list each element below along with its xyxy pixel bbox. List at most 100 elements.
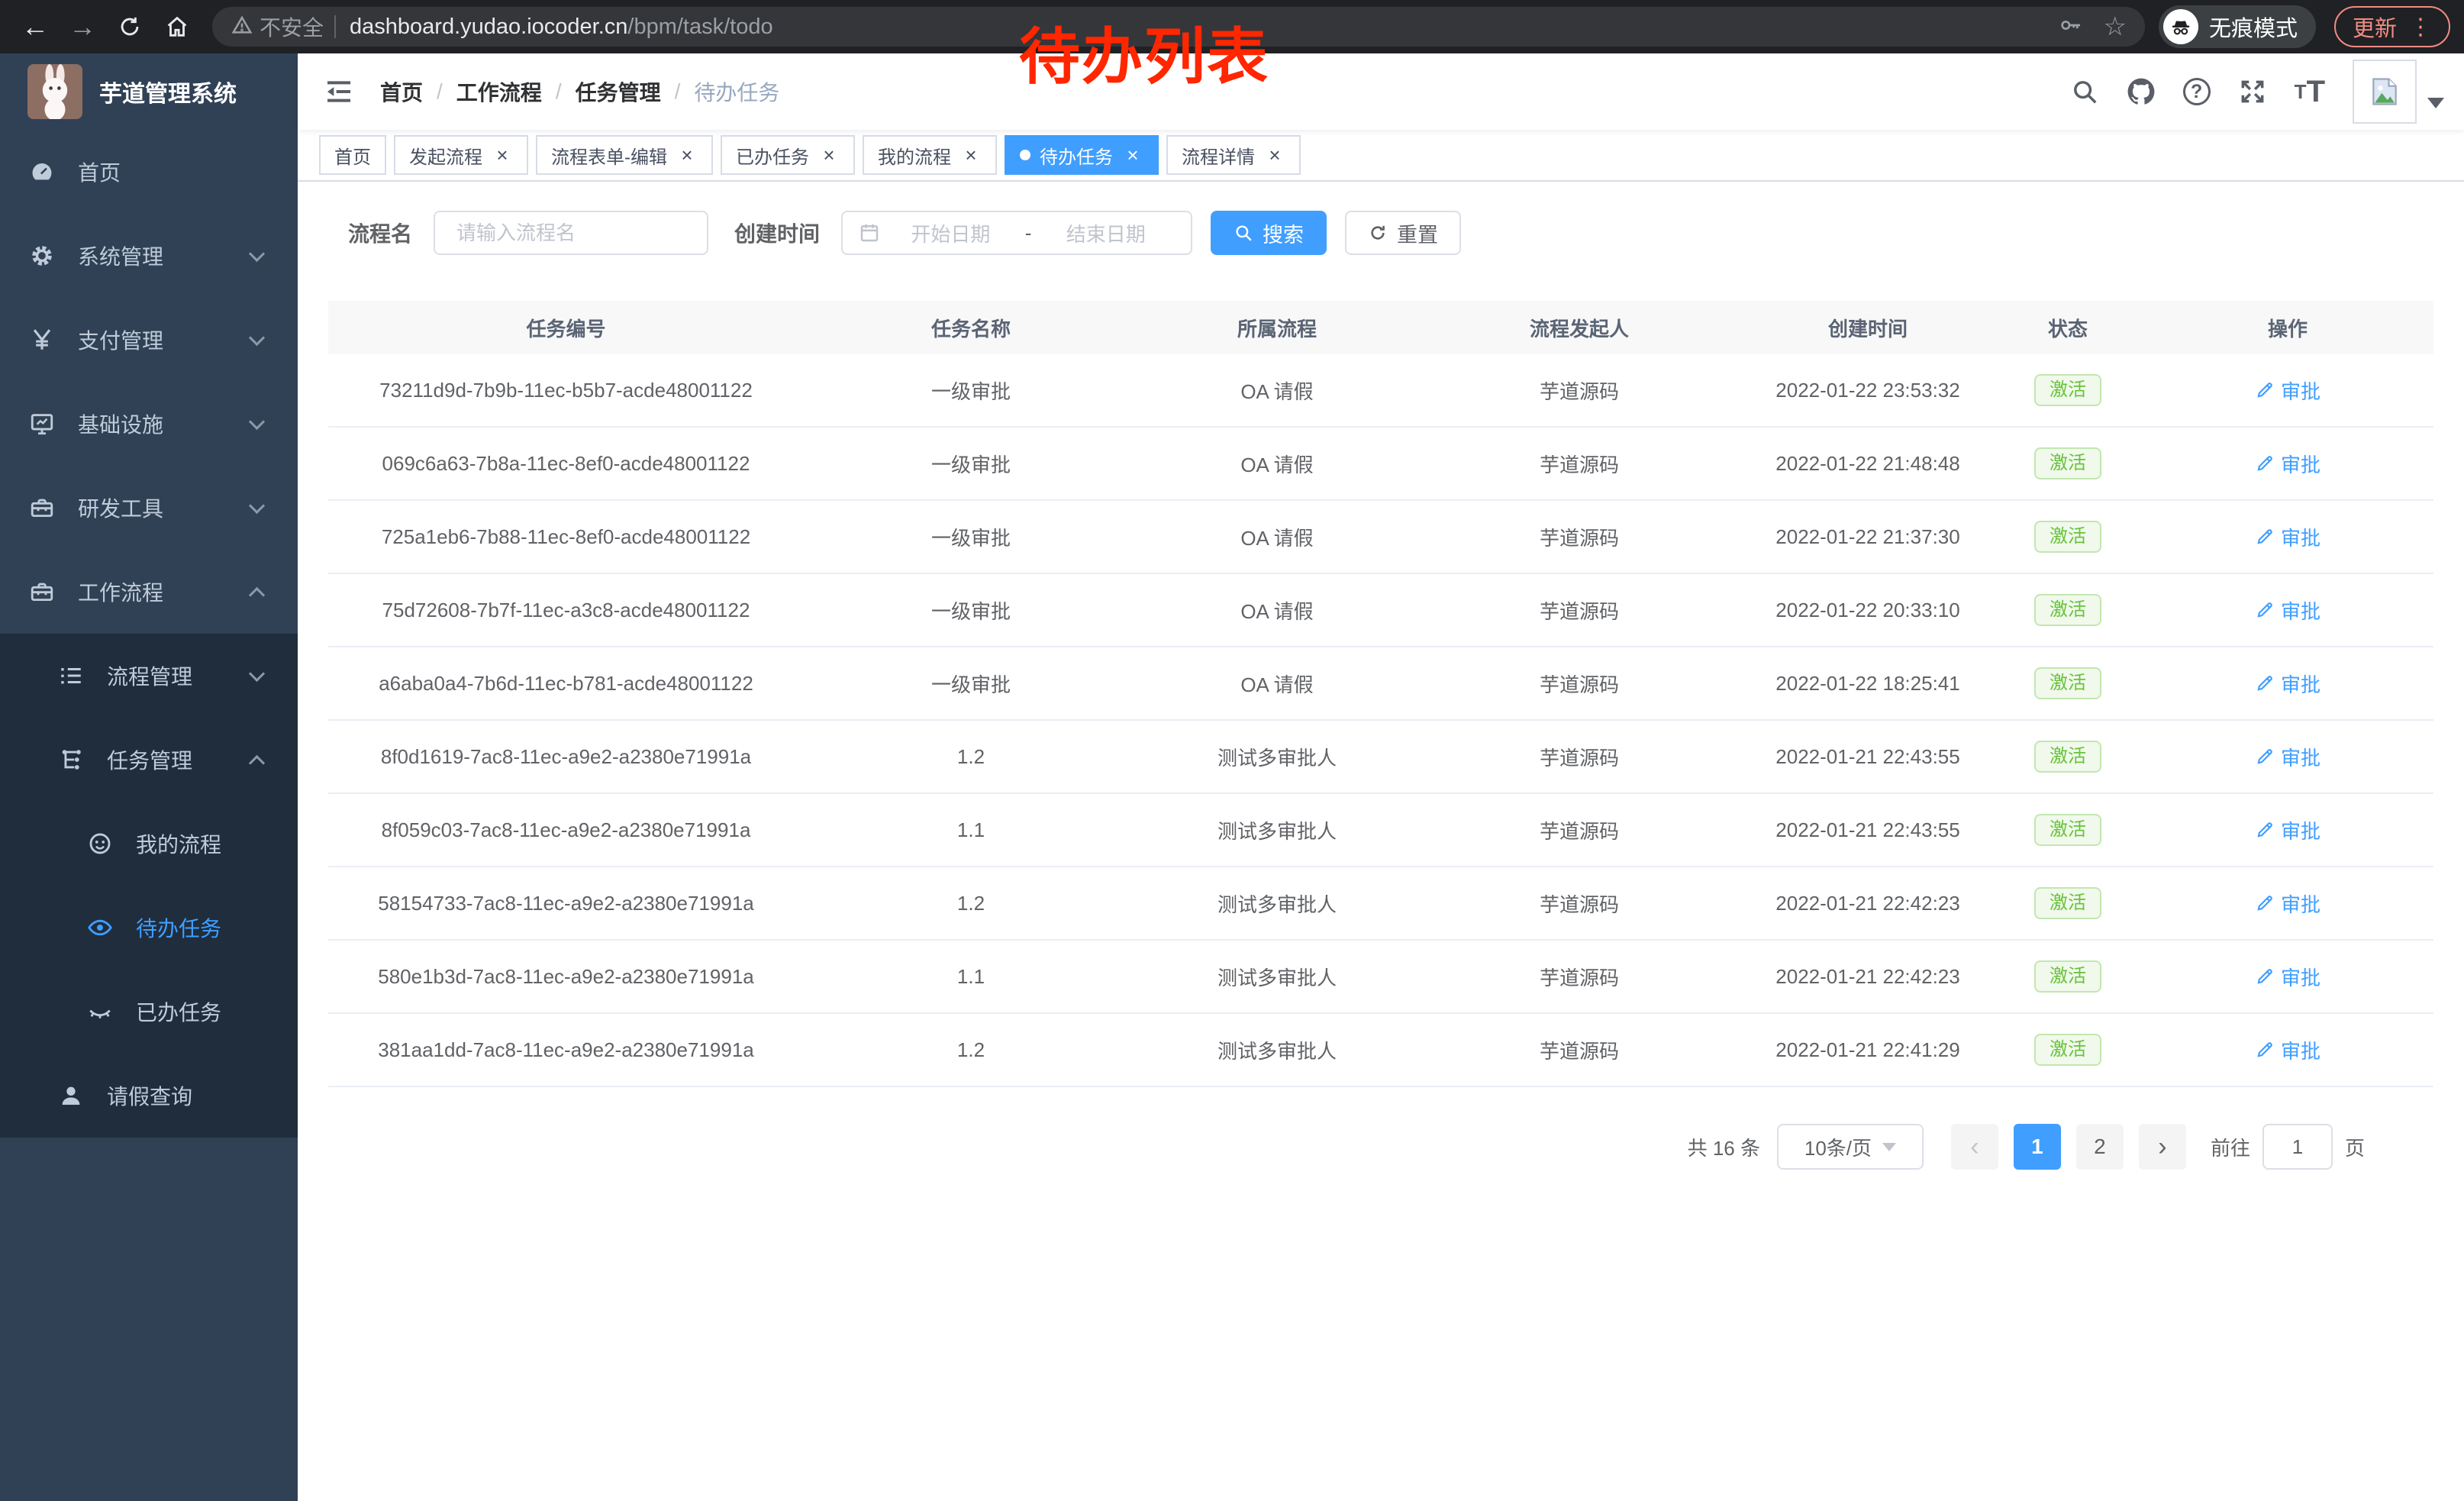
sidebar-item[interactable]: 请假查询 xyxy=(0,1054,298,1138)
tab-close-icon[interactable]: × xyxy=(818,144,840,167)
cell-task-name: 一级审批 xyxy=(804,376,1138,405)
col-process: 所属流程 xyxy=(1138,314,1416,342)
approve-link[interactable]: 审批 xyxy=(2255,743,2320,771)
bookmark-star-icon[interactable]: ☆ xyxy=(2103,11,2126,42)
chevron-down-icon xyxy=(249,497,265,513)
browser-forward-button[interactable]: → xyxy=(61,7,104,47)
app-logo[interactable]: 芋道管理系统 xyxy=(0,53,298,130)
page-size-select[interactable]: 10条/页 xyxy=(1777,1124,1924,1170)
calendar-icon xyxy=(858,221,881,244)
browser-home-button[interactable] xyxy=(156,7,198,47)
tab-item[interactable]: 已办任务 × xyxy=(721,135,855,175)
breadcrumb-workflow[interactable]: 工作流程 xyxy=(456,76,542,107)
url-divider xyxy=(334,15,336,38)
status-badge: 激活 xyxy=(2034,447,2101,480)
goto-label: 前往 xyxy=(2211,1133,2250,1161)
approve-link[interactable]: 审批 xyxy=(2255,596,2320,625)
github-icon[interactable] xyxy=(2113,53,2169,130)
prev-page-button[interactable]: ‹ xyxy=(1951,1124,1998,1170)
tab-item[interactable]: 待办任务 × xyxy=(1005,135,1159,175)
tab-close-icon[interactable]: × xyxy=(1122,144,1143,167)
sidebar-item-label: 首页 xyxy=(78,157,121,187)
tab-close-icon[interactable]: × xyxy=(492,144,513,167)
tab-item[interactable]: 流程详情 × xyxy=(1166,135,1301,175)
sidebar-item[interactable]: 基础设施 xyxy=(0,382,298,466)
approve-link[interactable]: 审批 xyxy=(2255,523,2320,551)
cell-task-id: a6aba0a4-7b6d-11ec-b781-acde48001122 xyxy=(328,672,804,696)
goto-page-input[interactable] xyxy=(2262,1124,2333,1170)
col-actions: 操作 xyxy=(2143,314,2433,342)
process-name-label: 流程名 xyxy=(348,218,412,248)
browser-back-button[interactable]: ← xyxy=(14,7,56,47)
chevron-up-icon xyxy=(249,586,265,602)
sidebar-fold-icon[interactable] xyxy=(321,73,357,110)
sidebar-item[interactable]: 系统管理 xyxy=(0,214,298,298)
page-number-button[interactable]: 1 xyxy=(2014,1124,2061,1170)
reset-button[interactable]: 重置 xyxy=(1345,211,1461,255)
cell-task-name: 一级审批 xyxy=(804,670,1138,698)
cell-starter: 芋道源码 xyxy=(1416,889,1743,918)
address-bar[interactable]: 不安全 dashboard.yudao.iocoder.cn /bpm/task… xyxy=(212,7,2145,47)
password-key-icon[interactable] xyxy=(2059,13,2083,41)
sidebar-item[interactable]: 待办任务 xyxy=(0,886,298,970)
sidebar-item[interactable]: 我的流程 xyxy=(0,802,298,886)
table-row: a6aba0a4-7b6d-11ec-b781-acde48001122 一级审… xyxy=(328,647,2433,721)
sidebar-item-label: 工作流程 xyxy=(78,576,163,607)
approve-link[interactable]: 审批 xyxy=(2255,376,2320,405)
approve-link[interactable]: 审批 xyxy=(2255,816,2320,844)
tab-item[interactable]: 发起流程 × xyxy=(394,135,528,175)
approve-link[interactable]: 审批 xyxy=(2255,670,2320,698)
security-warning-icon[interactable] xyxy=(231,14,253,40)
tab-close-icon[interactable]: × xyxy=(676,144,698,167)
approve-link[interactable]: 审批 xyxy=(2255,450,2320,478)
sidebar-item[interactable]: 任务管理 xyxy=(0,718,298,802)
cell-task-id: 8f0d1619-7ac8-11ec-a9e2-a2380e71991a xyxy=(328,745,804,769)
sidebar-item[interactable]: 已办任务 xyxy=(0,970,298,1054)
sidebar-item[interactable]: 支付管理 xyxy=(0,298,298,382)
menu-icon xyxy=(58,747,84,773)
cell-process: OA 请假 xyxy=(1138,450,1416,478)
edit-icon xyxy=(2255,893,2275,913)
total-count: 共 16 条 xyxy=(1688,1133,1760,1161)
font-size-icon[interactable]: TT xyxy=(2281,53,2339,130)
browser-update-button[interactable]: 更新 ⋮ xyxy=(2334,6,2450,47)
page-number-button[interactable]: 2 xyxy=(2076,1124,2124,1170)
chevron-down-icon xyxy=(249,413,265,429)
sidebar-item[interactable]: 首页 xyxy=(0,130,298,214)
avatar-dropdown-caret-icon[interactable] xyxy=(2427,98,2444,108)
sidebar-item[interactable]: 研发工具 xyxy=(0,466,298,550)
next-page-button[interactable]: › xyxy=(2139,1124,2186,1170)
search-button[interactable]: 搜索 xyxy=(1211,211,1327,255)
approve-link[interactable]: 审批 xyxy=(2255,963,2320,991)
header-search-icon[interactable] xyxy=(2056,53,2113,130)
fullscreen-icon[interactable] xyxy=(2224,53,2281,130)
approve-link[interactable]: 审批 xyxy=(2255,1036,2320,1064)
menu-icon xyxy=(29,495,55,521)
avatar[interactable] xyxy=(2353,60,2417,124)
cell-starter: 芋道源码 xyxy=(1416,670,1743,698)
browser-menu-icon[interactable]: ⋮ xyxy=(2409,14,2432,40)
menu-icon xyxy=(87,999,113,1025)
cell-create-time: 2022-01-21 22:41:29 xyxy=(1743,1038,1993,1062)
process-name-input[interactable] xyxy=(434,211,708,255)
date-range-picker[interactable]: 开始日期 - 结束日期 xyxy=(841,211,1192,255)
sidebar-item[interactable]: 流程管理 xyxy=(0,634,298,718)
status-badge: 激活 xyxy=(2034,1034,2101,1067)
tab-close-icon[interactable]: × xyxy=(960,144,982,167)
tab-item[interactable]: 流程表单-编辑 × xyxy=(536,135,713,175)
cell-process: 测试多审批人 xyxy=(1138,743,1416,771)
tab-label: 流程表单-编辑 xyxy=(551,142,667,169)
tab-item[interactable]: 首页 xyxy=(319,135,386,175)
menu-icon xyxy=(29,327,55,353)
help-icon[interactable]: ? xyxy=(2169,53,2224,130)
active-dot-icon xyxy=(1020,150,1030,160)
sidebar-item[interactable]: 工作流程 xyxy=(0,550,298,634)
approve-link[interactable]: 审批 xyxy=(2255,889,2320,918)
tab-item[interactable]: 我的流程 × xyxy=(863,135,997,175)
breadcrumb-home[interactable]: 首页 xyxy=(380,76,423,107)
tab-label: 已办任务 xyxy=(736,142,809,169)
breadcrumb-task-mgmt[interactable]: 任务管理 xyxy=(576,76,661,107)
browser-reload-button[interactable] xyxy=(108,7,151,47)
breadcrumb: 首页 / 工作流程 / 任务管理 / 待办任务 xyxy=(380,76,779,107)
tab-close-icon[interactable]: × xyxy=(1264,144,1285,167)
